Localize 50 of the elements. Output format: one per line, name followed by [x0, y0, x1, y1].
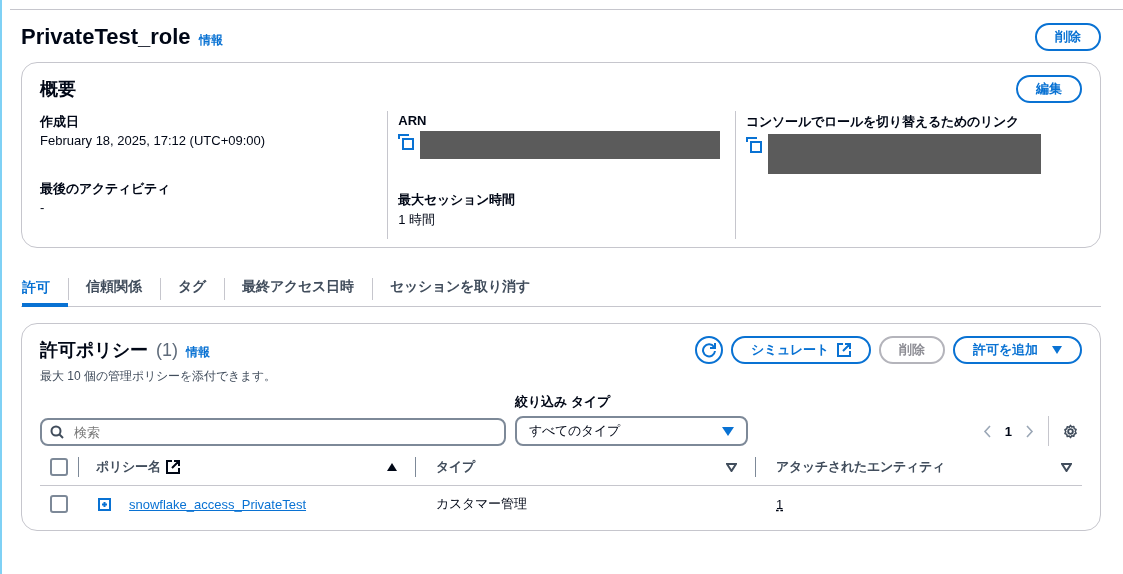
sort-icon[interactable] — [1061, 462, 1072, 472]
section-title: 許可ポリシー — [40, 339, 148, 362]
external-link-icon — [837, 343, 851, 357]
copy-icon[interactable] — [745, 137, 762, 153]
search-icon — [50, 425, 64, 439]
filter-label: 絞り込み タイプ — [515, 393, 612, 411]
page-number[interactable]: 1 — [1004, 423, 1012, 439]
expand-icon[interactable] — [98, 497, 111, 511]
sort-icon[interactable] — [726, 462, 737, 472]
column-header[interactable]: タイプ — [436, 458, 475, 476]
field-value: 1 時間 — [398, 211, 437, 229]
info-link[interactable]: 情報 — [186, 344, 210, 361]
column-header[interactable]: ポリシー名 — [96, 458, 180, 476]
add-permissions-button[interactable]: 許可を追加 — [953, 336, 1082, 364]
sort-ascending-icon[interactable] — [387, 463, 397, 471]
field-value: - — [40, 200, 46, 215]
policy-count: (1) — [156, 340, 178, 361]
tab[interactable]: タグ — [160, 268, 224, 306]
field-label: 最大セッション時間 — [398, 191, 517, 209]
info-link[interactable]: 情報 — [198, 32, 223, 49]
refresh-button[interactable] — [695, 336, 723, 364]
field-label: ARN — [398, 113, 428, 128]
field-label: 最後のアクティビティ — [40, 180, 171, 198]
tab[interactable]: 許可 — [22, 268, 68, 307]
card-title: 概要 — [40, 78, 76, 101]
search-field[interactable]: 検索 — [40, 418, 506, 446]
edit-button[interactable]: 編集 — [1016, 75, 1082, 103]
page-title: PrivateTest_role — [21, 24, 191, 50]
column-header[interactable]: アタッチされたエンティティ — [776, 458, 945, 476]
copy-icon[interactable] — [398, 134, 415, 150]
select-all-checkbox[interactable] — [50, 458, 68, 476]
type-dropdown[interactable]: すべてのタイプ — [515, 416, 748, 446]
refresh-icon — [701, 342, 717, 358]
tab[interactable]: 信頼関係 — [68, 268, 160, 306]
table-cell: カスタマー管理 — [436, 496, 527, 511]
field-label: 作成日 — [40, 113, 80, 131]
field-value: February 18, 2025, 17:12 (UTC+09:00) — [40, 133, 267, 148]
delete-button[interactable]: 削除 — [1035, 23, 1101, 51]
row-checkbox[interactable] — [50, 495, 68, 513]
policy-link[interactable]: snowflake_access_PrivateTest — [129, 496, 307, 512]
caret-icon — [1052, 346, 1062, 354]
tab[interactable]: 最終アクセス日時 — [224, 268, 372, 306]
entity-count[interactable]: 1 — [776, 496, 784, 512]
section-description: 最大 10 個の管理ポリシーを添付できます。 — [40, 368, 277, 385]
field-label: コンソールでロールを切り替えるためのリンク — [745, 113, 1020, 131]
tab[interactable]: セッションを取り消す — [372, 268, 548, 306]
caret-icon — [722, 426, 734, 436]
external-link-icon — [166, 460, 180, 474]
settings-icon[interactable] — [1063, 423, 1078, 439]
simulate-button[interactable]: シミュレート — [731, 336, 871, 364]
